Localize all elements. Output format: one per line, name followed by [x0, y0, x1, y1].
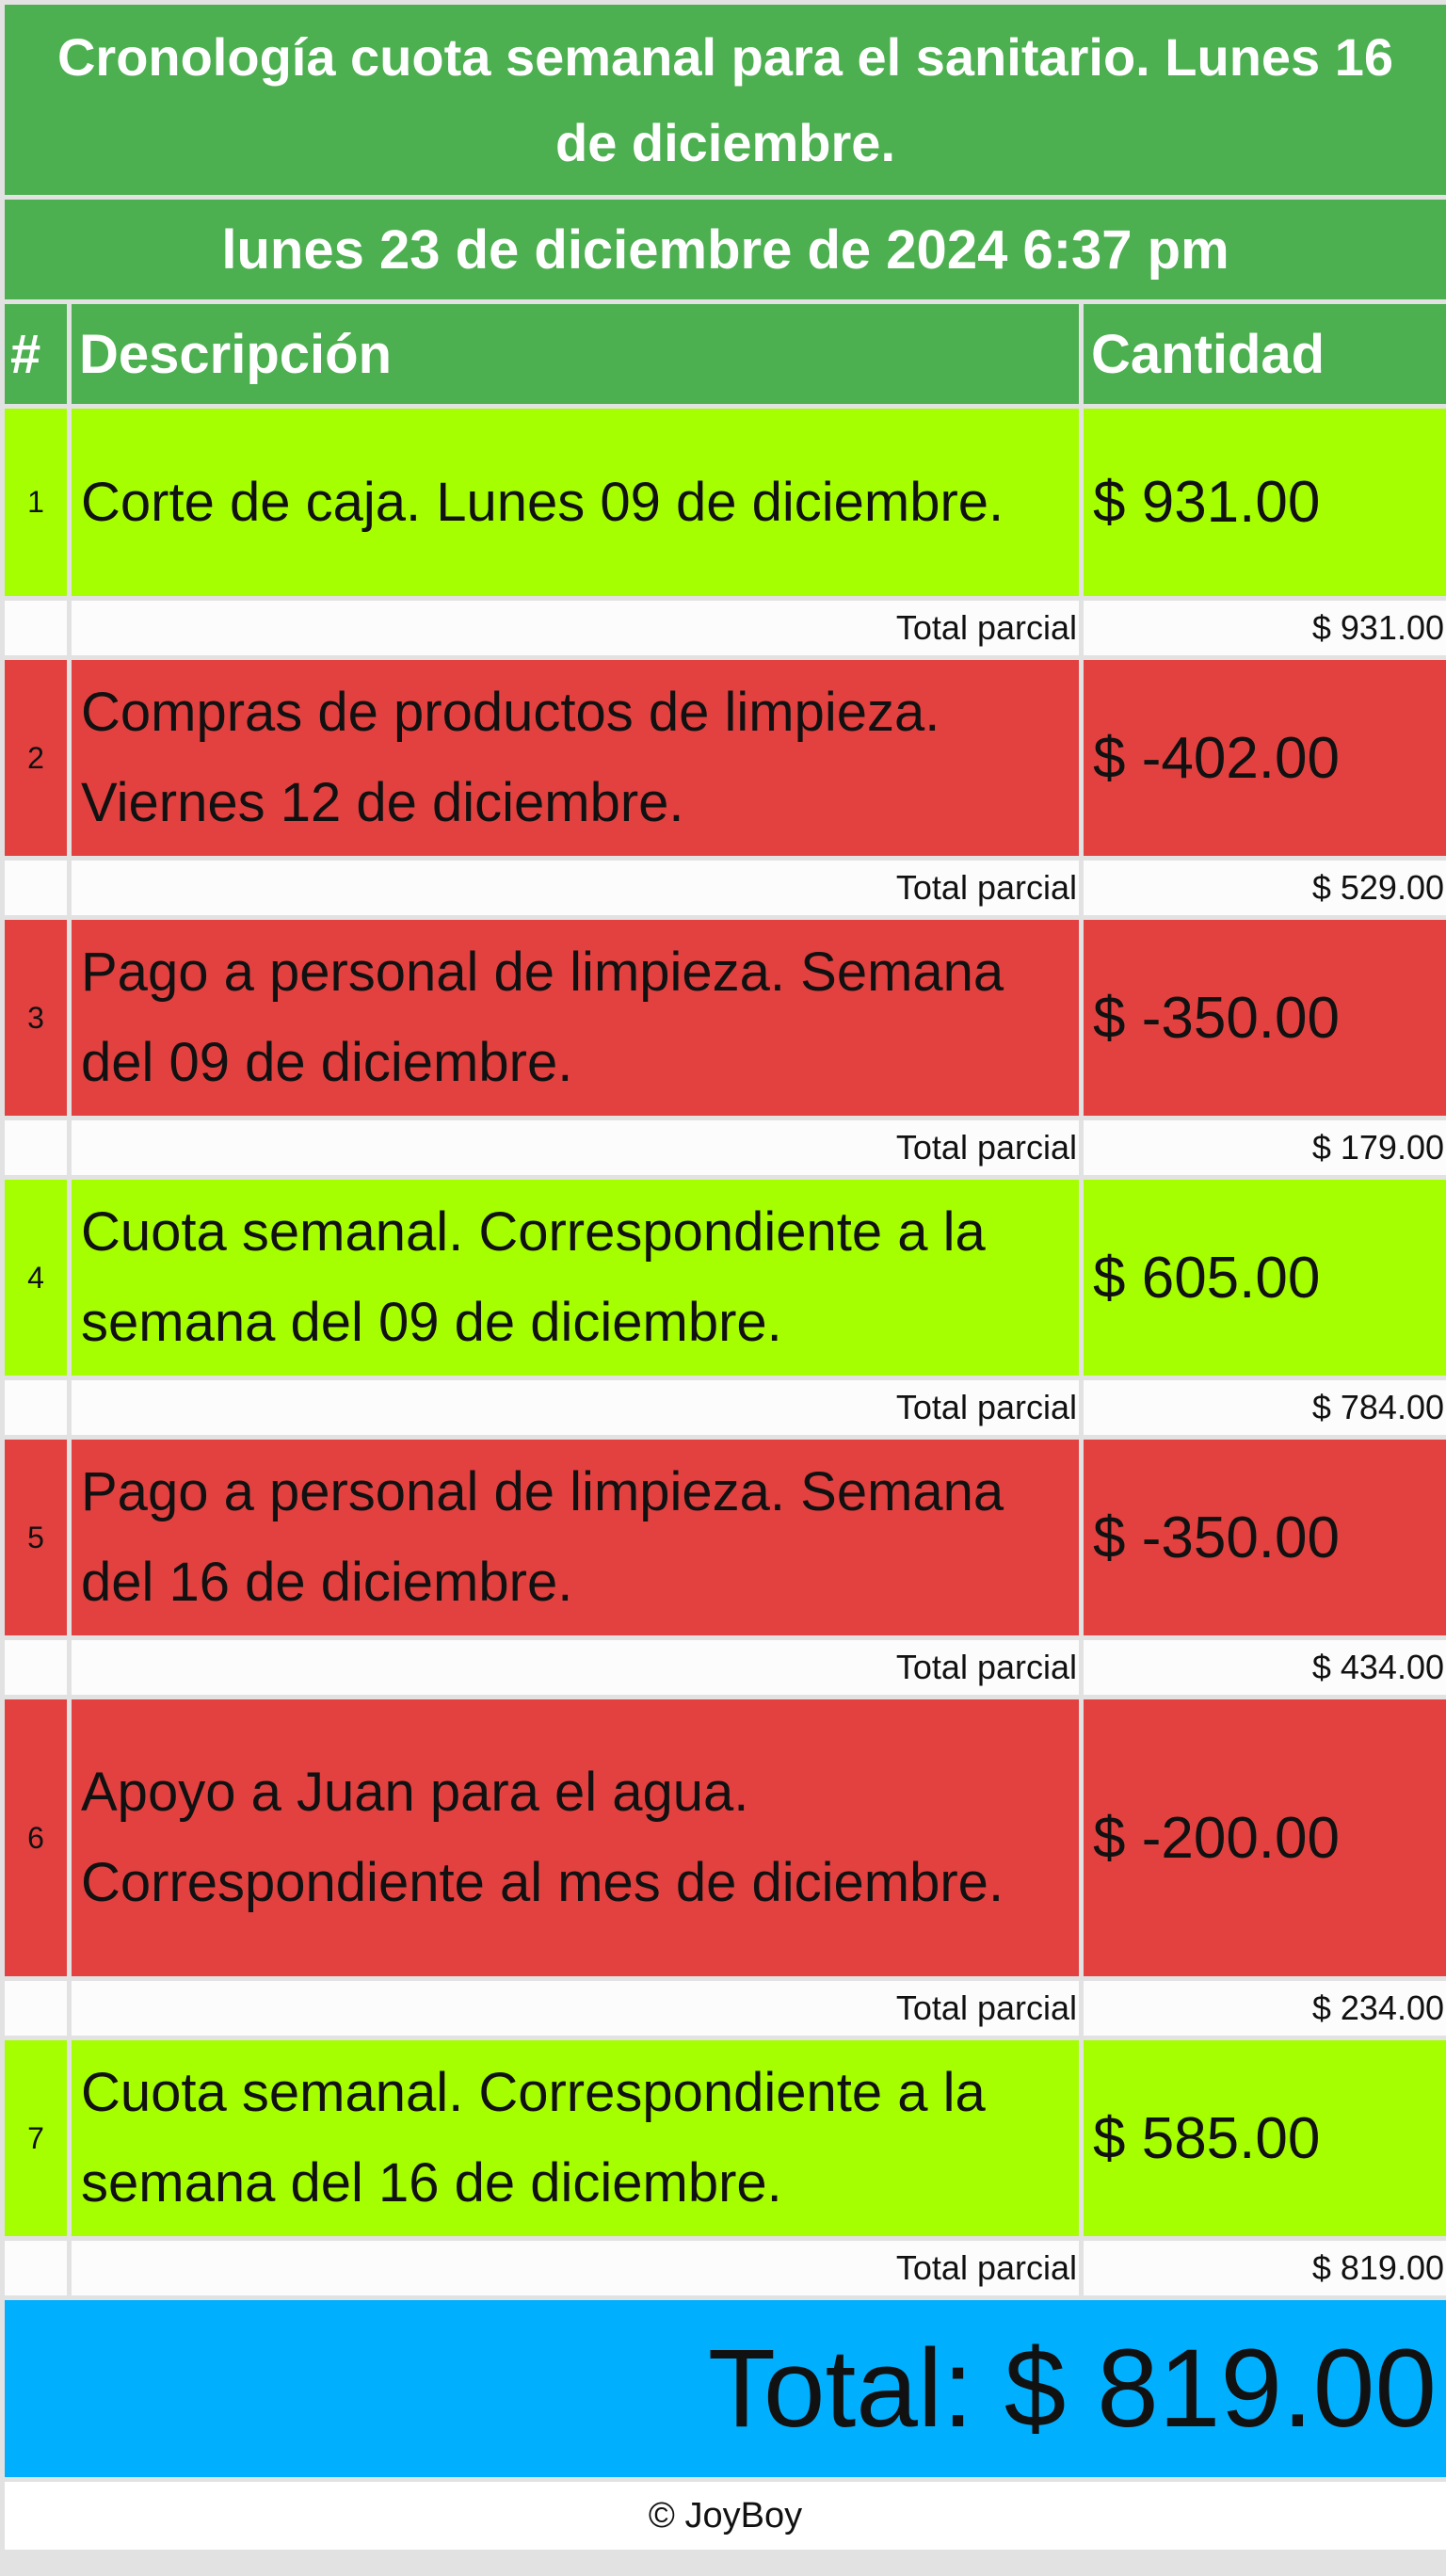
subtotal-value: $ 434.00: [1084, 1640, 1446, 1695]
entry-number: 7: [27, 2120, 44, 2155]
entry-amount: $ -350.00: [1093, 985, 1340, 1051]
subtotal-label: Total parcial: [72, 601, 1079, 655]
subtotal-spacer: [5, 2241, 67, 2295]
subtotal-label: Total parcial: [72, 861, 1079, 915]
subtotal-value: $ 931.00: [1084, 601, 1446, 655]
subtotal-value: $ 529.00: [1084, 861, 1446, 915]
copyright-footer: © JoyBoy: [5, 2482, 1446, 2550]
subtotal-label: Total parcial: [72, 1981, 1079, 2036]
subtotal-row: Total parcial $ 529.00: [5, 861, 1446, 915]
subtotal-value: $ 179.00: [1084, 1120, 1446, 1175]
entry-number: 1: [27, 485, 44, 519]
subtotal-row: Total parcial $ 931.00: [5, 601, 1446, 655]
entry-row: 4 Cuota semanal. Correspondiente a la sem…: [5, 1180, 1446, 1376]
entry-row: 7 Cuota semanal. Correspondiente a la sem…: [5, 2040, 1446, 2236]
entry-number: 5: [27, 1520, 44, 1554]
column-header-description: Descripción: [72, 304, 1079, 404]
entry-row: 5 Pago a personal de limpieza. Semana del…: [5, 1440, 1446, 1635]
subtotal-label: Total parcial: [72, 1120, 1079, 1175]
subtotal-spacer: [5, 1981, 67, 2036]
entry-description: Apoyo a Juan para el agua. Correspondien…: [81, 1762, 1004, 1913]
subtotal-spacer: [5, 861, 67, 915]
ledger-page: Cronología cuota semanal para el sanitar…: [0, 0, 1446, 2576]
entry-description: Pago a personal de limpieza. Semana del …: [81, 942, 1004, 1093]
entry-amount: $ 585.00: [1093, 2105, 1321, 2171]
entry-number: 3: [27, 1000, 44, 1035]
subtotal-spacer: [5, 1120, 67, 1175]
entry-description: Cuota semanal. Correspondiente a la sema…: [81, 2062, 986, 2214]
entry-number: 4: [27, 1260, 44, 1295]
entry-description: Compras de productos de limpieza. Vierne…: [81, 682, 940, 833]
subtotal-row: Total parcial $ 434.00: [5, 1640, 1446, 1695]
subtotal-value: $ 784.00: [1084, 1380, 1446, 1435]
entry-amount: $ 605.00: [1093, 1245, 1321, 1311]
subtotal-label: Total parcial: [72, 1380, 1079, 1435]
entry-amount: $ 931.00: [1093, 470, 1321, 535]
column-header-number: #: [5, 304, 67, 404]
entry-amount: $ -350.00: [1093, 1505, 1340, 1570]
entry-row: 6 Apoyo a Juan para el agua. Correspondie…: [5, 1699, 1446, 1976]
subtotal-row: Total parcial $ 234.00: [5, 1981, 1446, 2036]
column-header-row: # Descripción Cantidad: [5, 304, 1446, 404]
subtotal-label: Total parcial: [72, 1640, 1079, 1695]
title-row: Cronología cuota semanal para el sanitar…: [5, 5, 1446, 195]
subtotal-label: Total parcial: [72, 2241, 1079, 2295]
entry-amount: $ -200.00: [1093, 1805, 1340, 1871]
report-date: lunes 23 de diciembre de 2024 6:37 pm: [5, 200, 1446, 299]
entry-row: 1 Corte de caja. Lunes 09 de diciembre. $ …: [5, 409, 1446, 596]
entry-description: Corte de caja. Lunes 09 de diciembre.: [81, 471, 1004, 533]
entry-description: Pago a personal de limpieza. Semana del …: [81, 1461, 1004, 1613]
subtotal-row: Total parcial $ 784.00: [5, 1380, 1446, 1435]
column-header-amount: Cantidad: [1084, 304, 1446, 404]
subtotal-spacer: [5, 1380, 67, 1435]
date-row: lunes 23 de diciembre de 2024 6:37 pm: [5, 200, 1446, 299]
subtotal-spacer: [5, 1640, 67, 1695]
entry-amount: $ -402.00: [1093, 725, 1340, 791]
entry-number: 2: [27, 740, 44, 775]
footer-row: © JoyBoy: [5, 2482, 1446, 2550]
entry-description: Cuota semanal. Correspondiente a la sema…: [81, 1201, 986, 1353]
ledger-table: Cronología cuota semanal para el sanitar…: [0, 0, 1446, 2554]
subtotal-row: Total parcial $ 179.00: [5, 1120, 1446, 1175]
total-row: Total: $ 819.00: [5, 2300, 1446, 2477]
page-title: Cronología cuota semanal para el sanitar…: [5, 5, 1446, 195]
entry-row: 3 Pago a personal de limpieza. Semana del…: [5, 920, 1446, 1116]
subtotal-value: $ 234.00: [1084, 1981, 1446, 2036]
grand-total: Total: $ 819.00: [5, 2300, 1446, 2477]
subtotal-row: Total parcial $ 819.00: [5, 2241, 1446, 2295]
entry-number: 6: [27, 1820, 44, 1855]
entry-row: 2 Compras de productos de limpieza. Viern…: [5, 660, 1446, 856]
subtotal-spacer: [5, 601, 67, 655]
subtotal-value: $ 819.00: [1084, 2241, 1446, 2295]
